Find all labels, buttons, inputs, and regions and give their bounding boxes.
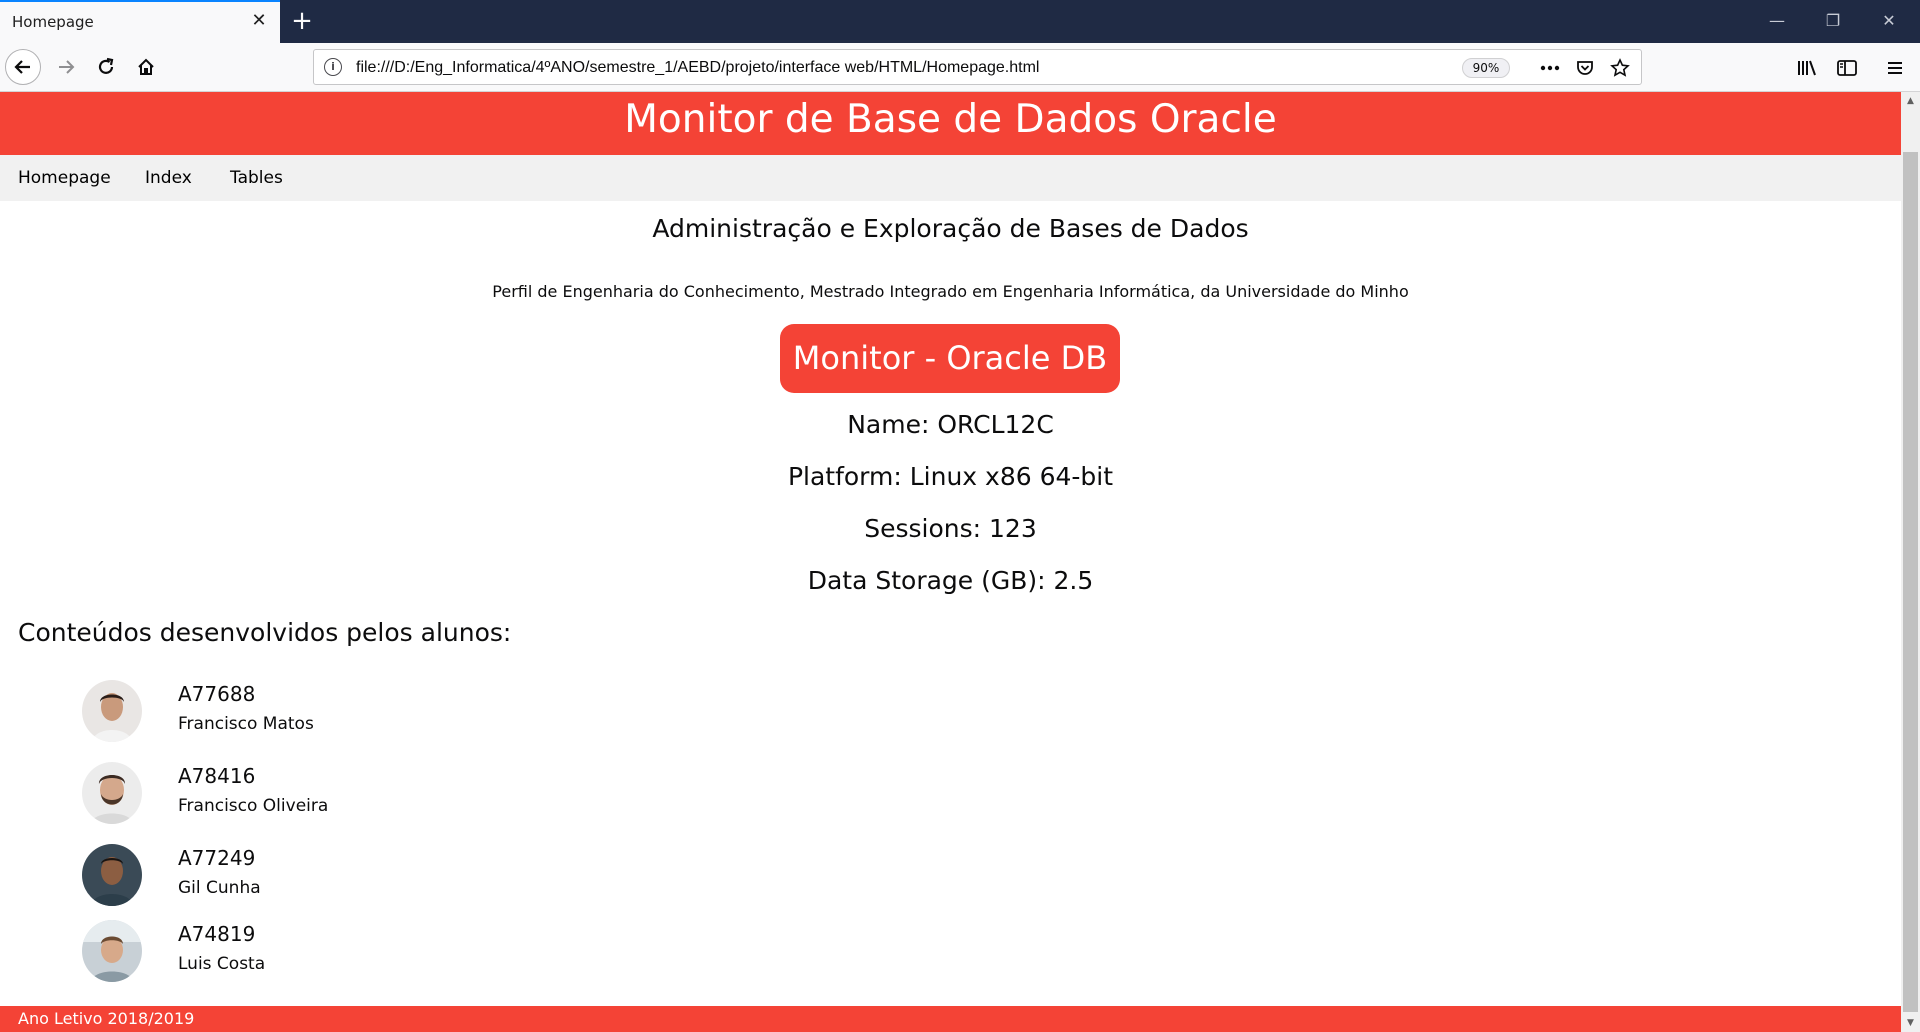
- sidebar-icon[interactable]: [1834, 55, 1860, 81]
- db-name: Name: ORCL12C: [847, 410, 1054, 439]
- back-arrow-icon: [14, 60, 30, 74]
- site-footer: Ano Letivo 2018/2019: [0, 1006, 1901, 1032]
- scroll-thumb[interactable]: [1903, 152, 1918, 1012]
- student-item: A77688 Francisco Matos: [82, 680, 582, 744]
- vertical-scrollbar[interactable]: ▲ ▼: [1901, 92, 1920, 1032]
- restore-icon[interactable]: ❐: [1810, 6, 1856, 36]
- pocket-icon[interactable]: [1574, 57, 1596, 79]
- scroll-down-icon[interactable]: ▼: [1901, 1014, 1920, 1032]
- home-button[interactable]: [128, 49, 164, 85]
- new-tab-icon[interactable]: +: [287, 6, 317, 36]
- student-name: Luis Costa: [178, 954, 266, 974]
- browser-tab-bar: Homepage ✕ + — ❐ ✕: [0, 0, 1920, 43]
- bookmark-star-icon[interactable]: [1609, 57, 1631, 79]
- url-bar[interactable]: i file:///D:/Eng_Informatica/4ºANO/semes…: [313, 49, 1642, 85]
- tab-title: Homepage: [12, 13, 94, 31]
- db-sessions: Sessions: 123: [864, 514, 1037, 543]
- reload-button[interactable]: [88, 49, 124, 85]
- student-id: A77249: [178, 846, 256, 870]
- reload-icon: [98, 57, 114, 74]
- forward-arrow-icon: [59, 60, 75, 74]
- student-id: A77688: [178, 682, 256, 706]
- home-icon: [138, 58, 154, 75]
- student-id: A78416: [178, 764, 256, 788]
- minimize-icon[interactable]: —: [1754, 6, 1800, 36]
- db-data-storage: Data Storage (GB): 2.5: [807, 566, 1094, 595]
- page-info-icon[interactable]: i: [324, 58, 342, 76]
- nav-link-index[interactable]: Index: [145, 168, 192, 188]
- forward-button[interactable]: [48, 49, 84, 85]
- student-name: Francisco Oliveira: [178, 796, 329, 816]
- url-text[interactable]: file:///D:/Eng_Informatica/4ºANO/semestr…: [356, 59, 1039, 77]
- library-icon[interactable]: [1794, 55, 1820, 81]
- student-item: A74819 Luis Costa: [82, 920, 582, 984]
- student-id: A74819: [178, 922, 256, 946]
- site-header: Monitor de Base de Dados Oracle: [0, 92, 1901, 155]
- nav-link-homepage[interactable]: Homepage: [18, 168, 111, 188]
- avatar: [82, 920, 142, 982]
- back-button[interactable]: [5, 49, 41, 85]
- page-actions-icon[interactable]: [1539, 57, 1561, 79]
- site-navigation: Homepage Index Tables: [0, 155, 1901, 201]
- student-item: A77249 Gil Cunha: [82, 844, 582, 908]
- students-title: Conteúdos desenvolvidos pelos alunos:: [18, 618, 512, 647]
- student-name: Francisco Matos: [178, 714, 314, 734]
- course-profile: Perfil de Engenharia do Conhecimento, Me…: [492, 282, 1409, 301]
- student-name: Gil Cunha: [178, 878, 261, 898]
- browser-toolbar: i file:///D:/Eng_Informatica/4ºANO/semes…: [0, 43, 1920, 92]
- close-tab-icon[interactable]: ✕: [248, 10, 270, 32]
- monitor-oracle-button[interactable]: Monitor - Oracle DB: [780, 324, 1120, 393]
- browser-tab[interactable]: Homepage ✕: [0, 0, 280, 43]
- nav-link-tables[interactable]: Tables: [230, 168, 283, 188]
- avatar: [82, 844, 142, 906]
- db-platform: Platform: Linux x86 64-bit: [787, 462, 1114, 491]
- scroll-up-icon[interactable]: ▲: [1901, 92, 1920, 110]
- student-item: A78416 Francisco Oliveira: [82, 762, 582, 826]
- close-window-icon[interactable]: ✕: [1866, 6, 1912, 36]
- course-title: Administração e Exploração de Bases de D…: [652, 214, 1249, 243]
- menu-icon[interactable]: [1882, 55, 1908, 81]
- avatar: [82, 762, 142, 824]
- zoom-indicator[interactable]: 90%: [1462, 58, 1510, 78]
- avatar: [82, 680, 142, 742]
- page-viewport: Monitor de Base de Dados Oracle Homepage…: [0, 92, 1901, 1032]
